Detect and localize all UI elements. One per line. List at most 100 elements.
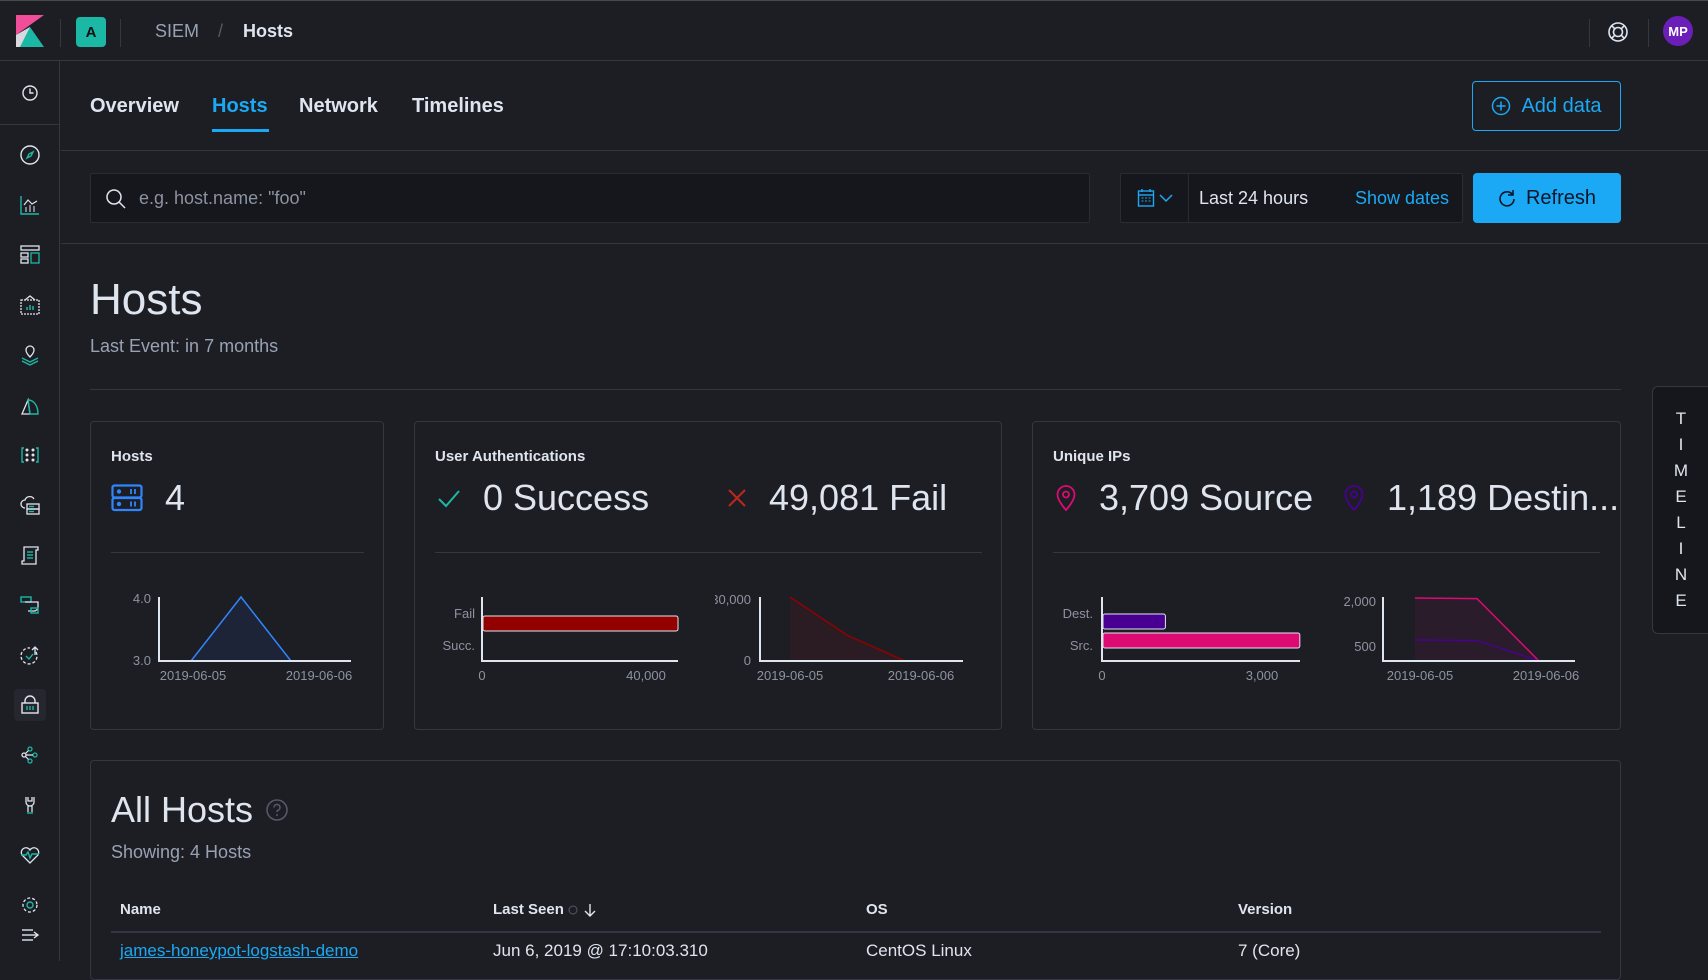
nav-visualize[interactable] xyxy=(14,189,46,221)
timeline-flyout-button[interactable]: TIMELINE xyxy=(1652,386,1708,634)
x-tick-label: 2019-06-06 xyxy=(1513,668,1580,683)
tab-hosts[interactable]: Hosts xyxy=(212,95,268,118)
infrastructure-icon xyxy=(21,447,39,463)
show-dates-link[interactable]: Show dates xyxy=(1355,188,1449,209)
column-header-last-seen[interactable]: Last Seen xyxy=(493,901,598,918)
bar-category-label: Fail xyxy=(454,606,475,621)
nav-infrastructure[interactable] xyxy=(14,439,46,471)
timeline-letter: I xyxy=(1678,539,1684,558)
timeline-letter: E xyxy=(1675,487,1687,506)
column-header-os[interactable]: OS xyxy=(866,901,888,918)
timeline-letter: M xyxy=(1673,461,1689,480)
help-lifebuoy-icon[interactable] xyxy=(1605,19,1631,45)
x-tick-label: 2019-06-06 xyxy=(286,668,353,683)
nav-recently-viewed[interactable] xyxy=(14,77,46,109)
nav-monitoring[interactable] xyxy=(14,839,46,871)
column-header-version[interactable]: Version xyxy=(1238,901,1292,918)
nav-graph[interactable] xyxy=(14,739,46,771)
kpi-auth-success-stat: 0 Success xyxy=(437,477,649,519)
cell-os: CentOS Linux xyxy=(866,941,972,960)
kpi-ips-dest-stat: 1,189 Destin... xyxy=(1343,477,1619,519)
time-range-label[interactable]: Last 24 hours xyxy=(1199,188,1308,209)
x-tick-label: 3,000 xyxy=(1246,668,1279,683)
divider xyxy=(1053,552,1600,553)
sort-descending-arrow-icon[interactable] xyxy=(582,902,598,918)
nav-collapse[interactable] xyxy=(14,919,46,951)
nav-ml[interactable] xyxy=(14,389,46,421)
nav-management[interactable] xyxy=(14,889,46,921)
machine-learning-icon xyxy=(21,397,39,415)
tab-timelines[interactable]: Timelines xyxy=(412,95,504,118)
collapse-menu-icon xyxy=(22,929,40,941)
nav-canvas[interactable] xyxy=(14,289,46,321)
compass-icon xyxy=(20,145,40,165)
search-field[interactable] xyxy=(90,173,1090,223)
auth-area-fill xyxy=(790,597,905,661)
cell-last-seen: Jun 6, 2019 @ 17:10:03.310 xyxy=(493,941,708,960)
auth-bar-chart: Fail Succ. 0 40,000 xyxy=(442,597,679,683)
kpi-auth-title: User Authentications xyxy=(435,448,586,465)
timeline-letter: N xyxy=(1674,565,1688,584)
nav-discover[interactable] xyxy=(14,139,46,171)
add-data-label: Add data xyxy=(1521,94,1602,117)
monitoring-icon xyxy=(20,847,40,864)
kpi-hosts-title: Hosts xyxy=(111,448,153,465)
logs-icon xyxy=(21,546,39,565)
active-tab-indicator xyxy=(212,129,269,132)
map-marker-icon xyxy=(1344,485,1364,512)
nav-maps[interactable] xyxy=(14,339,46,371)
breadcrumb-siem[interactable]: SIEM xyxy=(155,21,199,42)
nav-infra-hosts[interactable] xyxy=(14,489,46,521)
timeline-letter: E xyxy=(1675,591,1687,610)
page-title: Hosts xyxy=(90,275,203,324)
tab-overview[interactable]: Overview xyxy=(90,95,179,118)
nav-siem[interactable] xyxy=(14,689,46,721)
kibana-logo-icon[interactable] xyxy=(16,15,44,47)
add-data-button[interactable]: Add data xyxy=(1472,81,1621,131)
breadcrumb-separator: / xyxy=(218,21,224,41)
dev-tools-icon xyxy=(25,797,35,814)
auth-area-chart: 30,000 0 2019-06-05 2019-06-06 xyxy=(715,592,963,683)
filter-bar: Last 24 hours Show dates Refresh xyxy=(61,151,1708,244)
space-avatar[interactable]: A xyxy=(76,17,106,47)
user-avatar[interactable]: MP xyxy=(1663,16,1693,46)
nav-apm[interactable] xyxy=(14,589,46,621)
host-name-link[interactable]: james-honeypot-logstash-demo xyxy=(120,941,358,961)
nav-logs[interactable] xyxy=(14,539,46,571)
kql-search-input[interactable] xyxy=(139,174,1079,222)
refresh-button[interactable]: Refresh xyxy=(1473,173,1621,223)
y-tick-label: 0 xyxy=(744,653,751,668)
all-hosts-heading: All Hosts xyxy=(111,789,289,831)
x-tick-label: 2019-06-05 xyxy=(757,668,824,683)
apm-icon xyxy=(20,596,39,614)
ips-dest-value: 1,189 Destin... xyxy=(1387,477,1620,518)
auth-fail-value: 49,081 Fail xyxy=(769,477,948,518)
table-header-divider xyxy=(111,931,1601,933)
column-header-name[interactable]: Name xyxy=(120,901,161,918)
nav-dashboard[interactable] xyxy=(14,239,46,271)
x-tick-label: 40,000 xyxy=(626,668,666,683)
y-tick-label: 30,000 xyxy=(715,592,751,607)
server-icon xyxy=(111,484,143,512)
quick-select-button[interactable] xyxy=(1121,174,1189,222)
refresh-icon xyxy=(1499,190,1515,207)
nav-dev-tools[interactable] xyxy=(14,789,46,821)
x-tick-label: 0 xyxy=(1098,668,1105,683)
canvas-icon xyxy=(20,295,40,315)
question-circle-icon[interactable] xyxy=(265,798,289,822)
visualize-icon xyxy=(20,196,39,215)
auth-success-value: 0 Success xyxy=(483,477,650,518)
nav-uptime[interactable] xyxy=(14,639,46,671)
y-tick-label: 500 xyxy=(1354,639,1376,654)
x-tick-label: 0 xyxy=(478,668,485,683)
y-tick-label: 4.0 xyxy=(133,591,151,606)
divider xyxy=(60,19,61,47)
column-os-label: OS xyxy=(866,901,888,918)
maps-icon xyxy=(21,345,39,366)
info-icon[interactable] xyxy=(568,905,578,915)
tab-network[interactable]: Network xyxy=(299,95,378,118)
kpi-unique-ips-panel: Unique IPs 3,709 Source 1,189 Destin... … xyxy=(1032,421,1621,730)
date-picker: Last 24 hours Show dates xyxy=(1120,173,1463,223)
source-area-fill xyxy=(1415,598,1539,661)
column-version-label: Version xyxy=(1238,901,1293,918)
